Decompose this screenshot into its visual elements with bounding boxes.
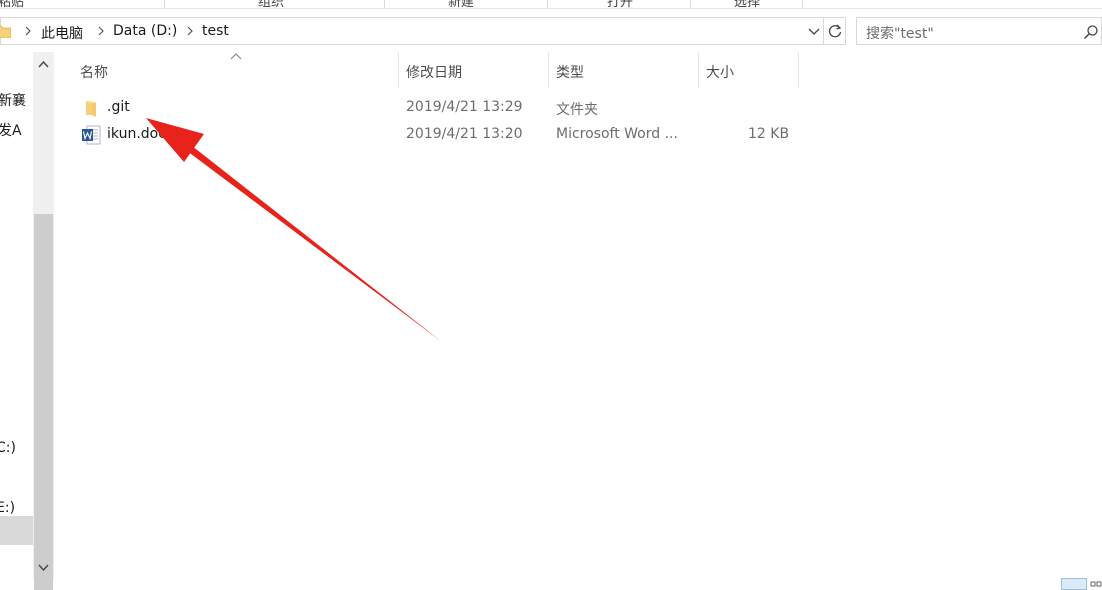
refresh-icon [828,24,842,38]
nav-item-selected[interactable] [0,516,33,545]
column-header-date-label: 修改日期 [406,65,462,81]
ribbon-label-paste[interactable]: 粘贴 [0,0,24,8]
ribbon-divider [690,0,691,8]
chevron-down-icon[interactable] [36,560,51,575]
nav-item-1[interactable]: 新襄 [0,90,26,110]
ribbon-label-organize[interactable]: 组织 [258,0,284,8]
column-divider[interactable] [798,52,799,88]
annotation-arrow-shaft [183,142,442,342]
column-header-type[interactable]: 类型 [549,52,699,88]
ribbon-strip: 粘贴 组织 新建 打开 选择 [0,0,1102,9]
file-type: 文件夹 [556,102,598,118]
file-size: 12 KB [748,126,790,142]
chevron-up-icon[interactable] [36,57,51,72]
breadcrumb-data-drive[interactable]: Data (D:) [113,23,177,39]
ribbon-label-new[interactable]: 新建 [448,0,474,8]
folder-icon [86,101,96,117]
scrollbar-thumb[interactable] [34,214,53,590]
annotation-arrow [146,118,442,342]
nav-item-drive-e[interactable]: E:) [0,500,15,516]
refresh-button[interactable] [823,18,846,44]
ribbon-divider [164,0,165,8]
ribbon-divider [384,0,385,8]
search-icon[interactable] [1083,24,1099,40]
file-date: 2019/4/21 13:20 [406,126,523,142]
word-doc-icon [82,125,101,145]
chevron-right-icon[interactable] [96,24,106,38]
ribbon-divider [547,0,548,8]
breadcrumb-this-pc[interactable]: 此电脑 [41,23,83,43]
ribbon-divider [802,0,803,8]
navigation-pane: 新襄 发A C:) E:) [0,52,33,580]
column-header-size[interactable]: 大小 [699,52,799,88]
chevron-down-icon[interactable] [805,22,823,40]
file-row-ikun-docx[interactable]: ikun.docx 2019/4/21 13:20 Microsoft Word… [76,122,800,149]
file-name[interactable]: ikun.docx [107,126,174,142]
column-header-date[interactable]: 修改日期 [399,52,549,88]
breadcrumb-test[interactable]: test [202,23,229,39]
file-name[interactable]: .git [107,99,130,115]
column-header-name[interactable]: 名称 [73,52,399,88]
folder-icon [0,25,11,38]
large-icons-view-icon[interactable] [1090,580,1102,590]
column-header-type-label: 类型 [556,65,584,81]
nav-scrollbar[interactable] [33,52,54,590]
chevron-right-icon[interactable] [185,24,195,38]
nav-item-drive-c[interactable]: C:) [0,440,16,456]
search-placeholder[interactable]: 搜索"test" [866,23,934,43]
column-header-name-label: 名称 [80,65,108,81]
search-box[interactable]: 搜索"test" [856,17,1102,45]
chevron-right-icon[interactable] [23,24,33,38]
ribbon-label-select[interactable]: 选择 [734,0,760,8]
details-view-button[interactable] [1061,578,1087,590]
column-header-size-label: 大小 [706,65,734,81]
file-type: Microsoft Word ... [556,126,678,142]
ribbon-label-open[interactable]: 打开 [607,0,633,8]
file-date: 2019/4/21 13:29 [406,99,523,115]
file-row-git[interactable]: .git 2019/4/21 13:29 文件夹 [76,95,800,122]
address-bar[interactable]: 此电脑 Data (D:) test [0,17,846,45]
nav-item-2[interactable]: 发A [0,120,22,140]
